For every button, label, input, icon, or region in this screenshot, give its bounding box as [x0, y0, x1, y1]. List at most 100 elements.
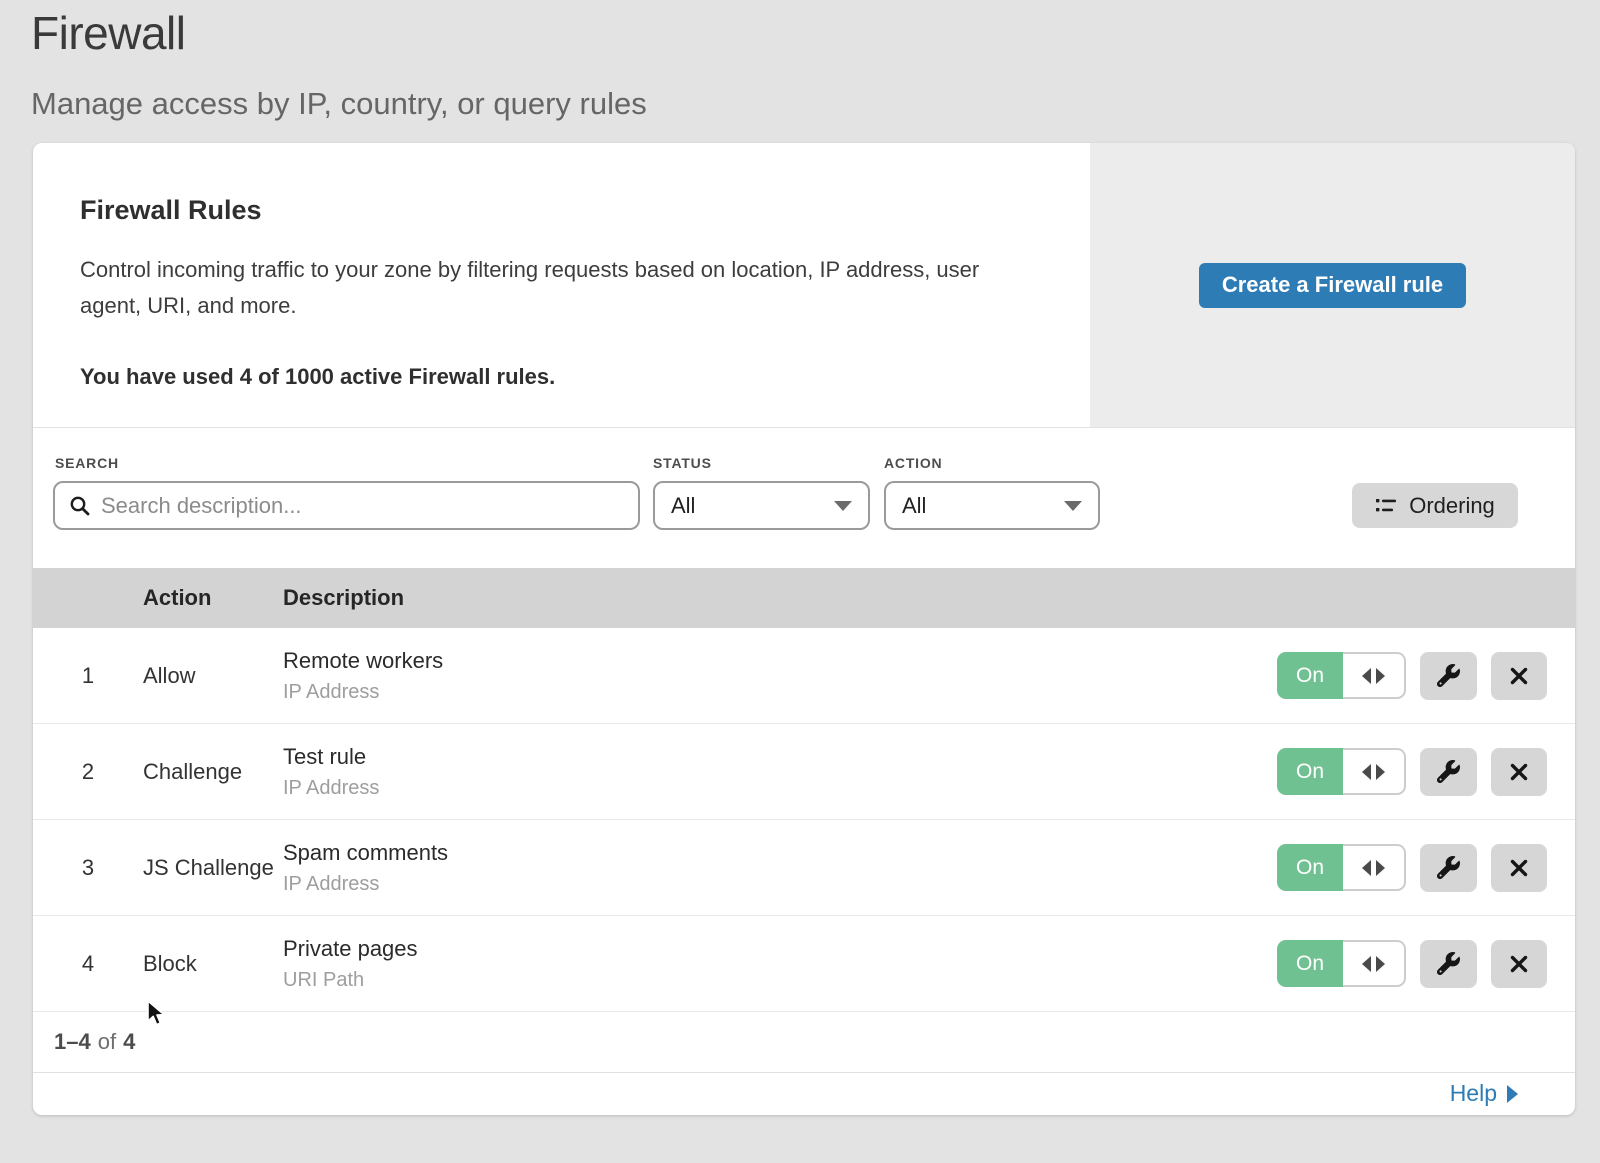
rule-controls: On	[1277, 940, 1575, 988]
close-icon	[1509, 954, 1529, 974]
rule-action: Block	[143, 951, 283, 977]
rule-priority: 3	[33, 855, 143, 881]
toggle-arrows	[1343, 748, 1406, 795]
search-input[interactable]	[101, 493, 624, 519]
help-link-label: Help	[1450, 1080, 1497, 1107]
rule-enabled-toggle[interactable]: On	[1277, 940, 1406, 987]
rule-match-type: IP Address	[283, 777, 1277, 800]
firewall-page: Firewall Manage access by IP, country, o…	[0, 0, 1600, 1163]
filters-bar: SEARCH STATUS All ACTION All	[33, 428, 1575, 568]
rule-priority: 2	[33, 759, 143, 785]
rules-section-description: Control incoming traffic to your zone by…	[80, 252, 1030, 324]
delete-rule-button[interactable]	[1491, 652, 1548, 700]
close-icon	[1509, 762, 1529, 782]
ordering-button[interactable]: Ordering	[1352, 483, 1518, 528]
rules-table-header: Action Description	[33, 568, 1575, 628]
arrow-right-icon	[1376, 860, 1385, 876]
rule-match-type: IP Address	[283, 873, 1277, 896]
rule-controls: On	[1277, 748, 1575, 796]
edit-rule-button[interactable]	[1420, 844, 1477, 892]
rule-description-cell: Test rule IP Address	[283, 744, 1277, 800]
search-icon	[69, 495, 91, 517]
rule-description: Test rule	[283, 744, 1277, 770]
rule-description-cell: Spam comments IP Address	[283, 840, 1277, 896]
card-header-action-panel: Create a Firewall rule	[1090, 143, 1575, 427]
rule-match-type: IP Address	[283, 681, 1277, 704]
rule-description-cell: Private pages URI Path	[283, 936, 1277, 992]
delete-rule-button[interactable]	[1491, 748, 1548, 796]
edit-rule-button[interactable]	[1420, 940, 1477, 988]
status-label: STATUS	[653, 455, 712, 471]
action-dropdown[interactable]: All	[884, 481, 1100, 530]
create-firewall-rule-button[interactable]: Create a Firewall rule	[1199, 263, 1466, 308]
rule-enabled-toggle[interactable]: On	[1277, 748, 1406, 795]
rule-controls: On	[1277, 844, 1575, 892]
close-icon	[1509, 666, 1529, 686]
wrench-icon	[1437, 952, 1460, 975]
card-footer: Help	[33, 1072, 1575, 1114]
pagination: 1–4 of 4	[33, 1012, 1575, 1072]
search-box	[53, 481, 640, 530]
toggle-on-segment: On	[1277, 844, 1343, 891]
ordering-list-icon	[1375, 496, 1397, 516]
rule-description-cell: Remote workers IP Address	[283, 648, 1277, 704]
rule-description: Spam comments	[283, 840, 1277, 866]
arrow-left-icon	[1362, 956, 1371, 972]
pagination-range: 1–4	[54, 1029, 91, 1055]
edit-rule-button[interactable]	[1420, 748, 1477, 796]
rule-action: Allow	[143, 663, 283, 689]
arrow-left-icon	[1362, 860, 1371, 876]
page-title: Firewall	[31, 6, 647, 60]
rule-controls: On	[1277, 652, 1575, 700]
page-subtitle: Manage access by IP, country, or query r…	[31, 86, 647, 122]
rule-priority: 1	[33, 663, 143, 689]
delete-rule-button[interactable]	[1491, 844, 1548, 892]
rules-usage-text: You have used 4 of 1000 active Firewall …	[80, 364, 1030, 390]
card-header-text: Firewall Rules Control incoming traffic …	[33, 143, 1090, 427]
chevron-down-icon	[834, 501, 852, 511]
rule-enabled-toggle[interactable]: On	[1277, 652, 1406, 699]
rules-section-title: Firewall Rules	[80, 195, 1030, 226]
delete-rule-button[interactable]	[1491, 940, 1548, 988]
arrow-right-icon	[1376, 956, 1385, 972]
toggle-on-segment: On	[1277, 748, 1343, 795]
rule-enabled-toggle[interactable]: On	[1277, 844, 1406, 891]
ordering-button-label: Ordering	[1409, 493, 1495, 519]
chevron-down-icon	[1064, 501, 1082, 511]
status-dropdown[interactable]: All	[653, 481, 870, 530]
firewall-rules-card: Firewall Rules Control incoming traffic …	[33, 143, 1575, 1115]
arrow-right-icon	[1376, 668, 1385, 684]
wrench-icon	[1437, 856, 1460, 879]
rule-action: JS Challenge	[143, 855, 283, 881]
rule-description: Private pages	[283, 936, 1277, 962]
rule-action: Challenge	[143, 759, 283, 785]
pagination-separator: of	[98, 1029, 116, 1055]
help-link[interactable]: Help	[1450, 1080, 1518, 1107]
rule-row: 1 Allow Remote workers IP Address On	[33, 628, 1575, 724]
arrow-right-icon	[1376, 764, 1385, 780]
rule-row: 4 Block Private pages URI Path On	[33, 916, 1575, 1012]
wrench-icon	[1437, 664, 1460, 687]
status-dropdown-value: All	[671, 493, 695, 519]
pagination-total: 4	[123, 1029, 135, 1055]
toggle-on-segment: On	[1277, 940, 1343, 987]
toggle-arrows	[1343, 652, 1406, 699]
wrench-icon	[1437, 760, 1460, 783]
rule-description: Remote workers	[283, 648, 1277, 674]
search-label: SEARCH	[55, 455, 119, 471]
rule-priority: 4	[33, 951, 143, 977]
close-icon	[1509, 858, 1529, 878]
toggle-arrows	[1343, 844, 1406, 891]
page-heading: Firewall Manage access by IP, country, o…	[31, 6, 647, 122]
action-dropdown-value: All	[902, 493, 926, 519]
action-label: ACTION	[884, 455, 942, 471]
toggle-on-segment: On	[1277, 652, 1343, 699]
toggle-arrows	[1343, 940, 1406, 987]
edit-rule-button[interactable]	[1420, 652, 1477, 700]
arrow-left-icon	[1362, 668, 1371, 684]
help-arrow-icon	[1507, 1085, 1518, 1103]
column-header-action: Action	[143, 585, 283, 611]
rules-table: Action Description 1 Allow Remote worker…	[33, 568, 1575, 1012]
rule-match-type: URI Path	[283, 969, 1277, 992]
arrow-left-icon	[1362, 764, 1371, 780]
